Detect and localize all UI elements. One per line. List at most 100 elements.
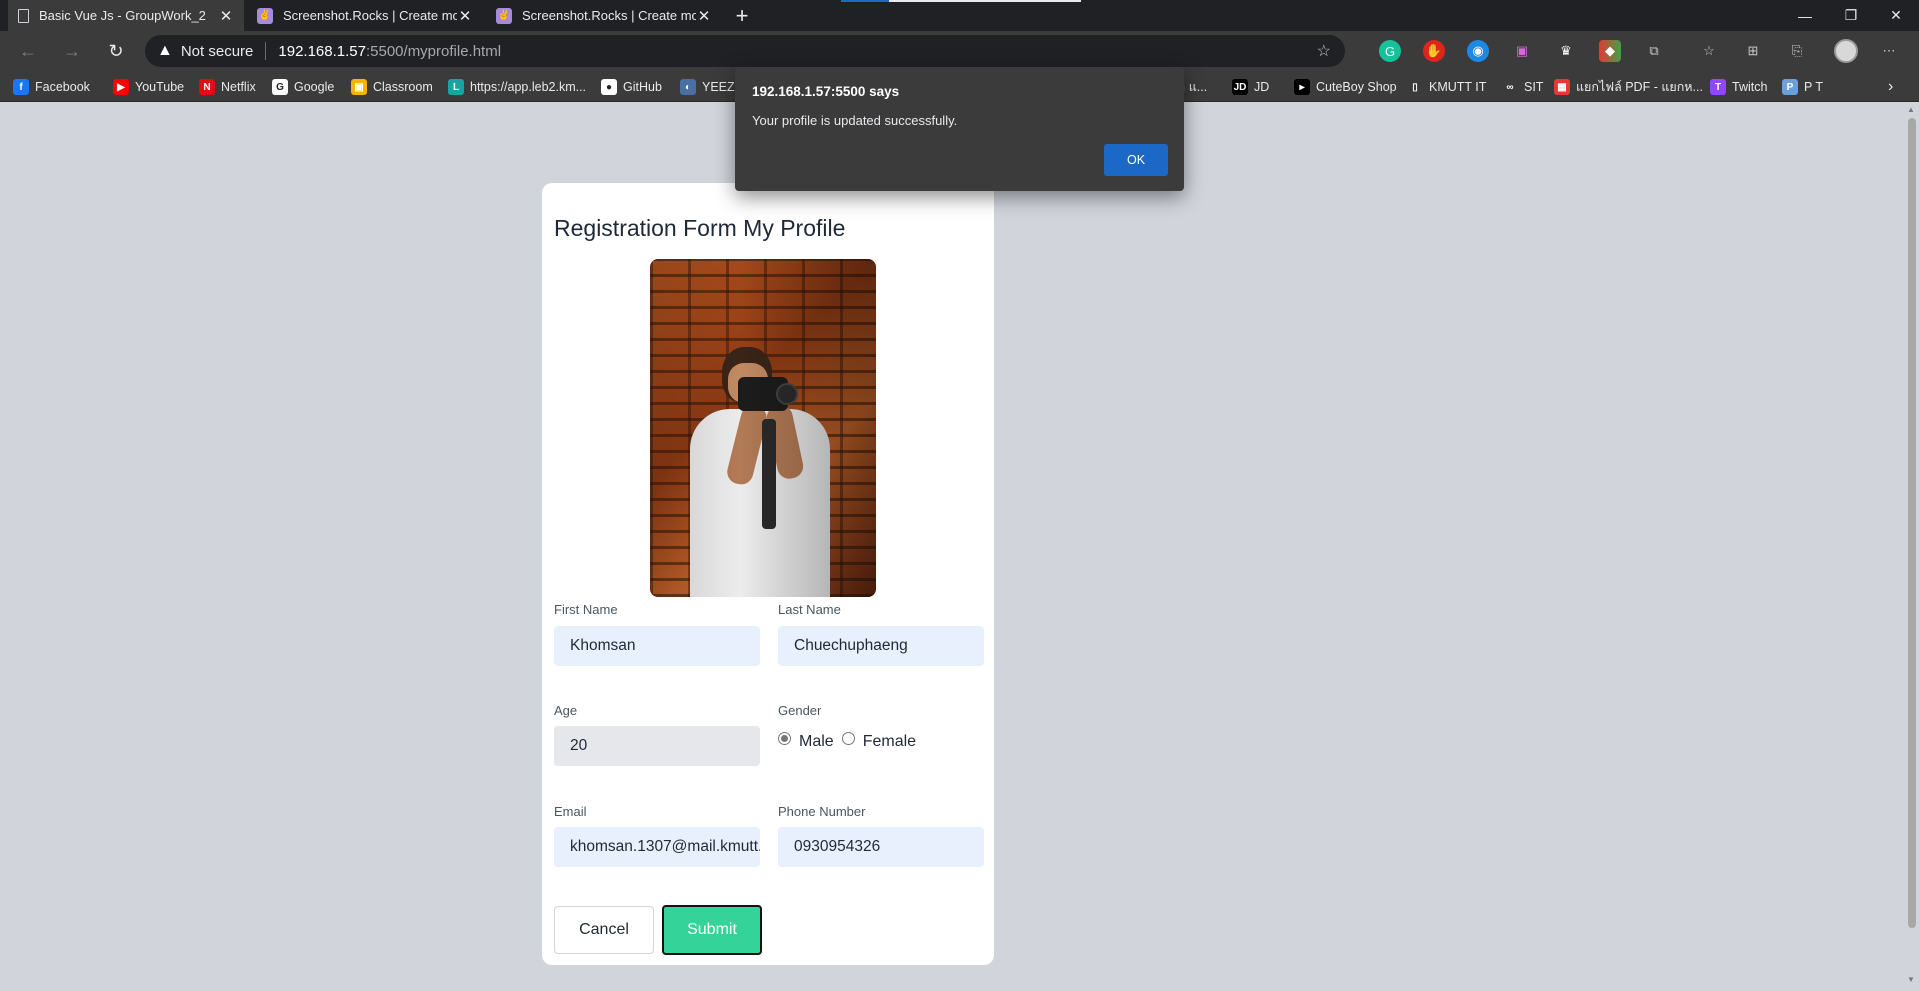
address-bar[interactable]: ▲ Not secure 192.168.1.57:5500/myprofile… <box>145 35 1345 67</box>
minimize-button[interactable]: — <box>1782 0 1828 31</box>
bookmark-item[interactable]: ● GitHub <box>601 77 662 97</box>
alert-message: Your profile is updated successfully. <box>752 113 958 128</box>
bookmark-item[interactable]: ▯ KMUTT IT <box>1407 77 1486 97</box>
scrollbar-thumb[interactable] <box>1908 118 1916 928</box>
gender-female-label: Female <box>862 733 917 750</box>
bookmark-label: JD <box>1254 80 1270 94</box>
ok-button[interactable]: OK <box>1104 144 1168 176</box>
bookmark-item[interactable]: f Facebook <box>13 77 90 97</box>
gender-label: Gender <box>778 703 822 718</box>
form-title: Registration Form My Profile <box>554 215 846 241</box>
tab-screenshot-rocks-2[interactable]: ✌ Screenshot.Rocks | Create mobile ✕ <box>486 0 722 31</box>
favorites-icon[interactable]: ☆ <box>1698 40 1720 62</box>
add-favorite-icon[interactable]: ☆ <box>1317 41 1331 61</box>
gender-male-radio[interactable] <box>778 731 791 745</box>
yeezy-icon: ◐ <box>680 79 696 95</box>
cuteboy-icon: ▸ <box>1294 79 1310 95</box>
bookmark-label: https://app.leb2.km... <box>470 80 587 94</box>
jd-icon: JD <box>1232 79 1248 95</box>
submit-button[interactable]: Submit <box>662 905 762 955</box>
alert-dialog: 192.168.1.57:5500 says Your profile is u… <box>735 67 1184 191</box>
warning-icon: ▲ <box>157 42 173 59</box>
alert-title: 192.168.1.57:5500 says <box>752 84 900 99</box>
bookmark-item[interactable]: G Google <box>272 77 334 97</box>
classroom-icon: ▣ <box>351 79 367 95</box>
cancel-button[interactable]: Cancel <box>554 906 654 954</box>
close-icon[interactable]: ✕ <box>696 7 712 25</box>
tab-title: Screenshot.Rocks | Create mobile <box>283 8 457 23</box>
screenshot-rocks-icon: ✌ <box>257 7 273 24</box>
bookmark-label: GitHub <box>623 80 662 94</box>
close-icon[interactable]: ✕ <box>457 7 473 25</box>
extension-crown-icon[interactable]: ♛ <box>1555 40 1577 62</box>
bookmark-item[interactable]: T Twitch <box>1710 77 1767 97</box>
bookmark-label: Google <box>294 80 335 94</box>
gender-radio-group: Male Female <box>778 731 917 751</box>
bookmark-label: Facebook <box>35 80 90 94</box>
extensions-icon[interactable]: ⧉ <box>1643 40 1665 62</box>
bookmark-item[interactable]: ◐ YEEZY <box>680 77 743 97</box>
age-field[interactable]: 20 <box>554 726 760 766</box>
netflix-icon: N <box>199 79 215 95</box>
tab-title: Screenshot.Rocks | Create mobile <box>522 8 696 23</box>
security-label[interactable]: Not secure <box>181 43 254 60</box>
back-button[interactable]: ← <box>13 37 43 65</box>
extension-calendar-icon[interactable]: ▣ <box>1511 40 1533 62</box>
registration-card: Registration Form My Profile First Name … <box>542 183 994 965</box>
bookmark-item[interactable]: ▦ แยกไฟล์ PDF - แยกห... <box>1554 77 1703 97</box>
bookmark-item[interactable]: ▸ CuteBoy Shop <box>1294 77 1397 97</box>
extension-eye-icon[interactable]: ◉ <box>1467 40 1489 62</box>
reload-button[interactable]: ↻ <box>101 37 131 65</box>
phone-field[interactable]: 0930954326 <box>778 827 984 867</box>
bookmark-item[interactable]: ▣ Classroom <box>351 77 433 97</box>
url-host: 192.168.1.57 <box>278 42 366 60</box>
tab-screenshot-rocks-1[interactable]: ✌ Screenshot.Rocks | Create mobile ✕ <box>247 0 483 31</box>
scroll-up-arrow[interactable]: ▲ <box>1907 105 1915 114</box>
bookmark-label: Netflix <box>221 80 256 94</box>
tab-drag-indicator <box>841 0 889 2</box>
google-icon: G <box>272 79 288 95</box>
forward-button[interactable]: → <box>57 37 87 65</box>
browser-toolbar: ← → ↻ ▲ Not secure 192.168.1.57:5500/myp… <box>0 31 1919 71</box>
page-icon <box>18 8 29 23</box>
gender-female-radio[interactable] <box>841 731 855 745</box>
bookmark-item[interactable]: PP T <box>1782 77 1823 97</box>
tab-strip: Basic Vue Js - GroupWork_2 ✕ ✌ Screensho… <box>0 0 1919 31</box>
first-name-field[interactable]: Khomsan <box>554 626 760 666</box>
bookmark-item[interactable]: Lhttps://app.leb2.km... <box>448 77 586 97</box>
bookmark-label: Twitch <box>1732 80 1768 94</box>
bookmark-item[interactable]: ∞ SIT <box>1502 77 1543 97</box>
extension-colors-icon[interactable]: ◆ <box>1599 40 1621 62</box>
restore-button[interactable]: ❐ <box>1828 0 1874 31</box>
youtube-icon: ▶ <box>113 79 129 95</box>
bookmarks-overflow-chevron-icon[interactable]: › <box>1888 77 1893 97</box>
tab-drag-indicator-light <box>889 0 1081 2</box>
close-icon[interactable]: ✕ <box>218 7 234 25</box>
address-separator <box>265 42 267 60</box>
grammarly-icon[interactable]: G <box>1379 40 1401 62</box>
scroll-down-arrow[interactable]: ▼ <box>1907 975 1915 984</box>
leb2-icon: L <box>448 79 464 95</box>
close-window-button[interactable]: ✕ <box>1873 0 1919 31</box>
email-field[interactable]: khomsan.1307@mail.kmutt.ac.th <box>554 827 760 867</box>
new-tab-button[interactable]: + <box>727 0 757 31</box>
share-icon[interactable]: ⎘ <box>1786 40 1808 62</box>
radio-selected-dot <box>781 734 788 742</box>
bookmark-item[interactable]: N Netflix <box>199 77 256 97</box>
bookmark-label: YouTube <box>135 80 185 94</box>
bookmark-item[interactable]: ▶ YouTube <box>113 77 184 97</box>
bookmark-label: Classroom <box>373 80 433 94</box>
collections-icon[interactable]: ⊞ <box>1742 40 1764 62</box>
profile-avatar[interactable] <box>1834 39 1858 63</box>
email-label: Email <box>554 804 587 819</box>
profile-photo <box>650 259 876 597</box>
last-name-field[interactable]: Chuechuphaeng <box>778 626 984 666</box>
last-name-label: Last Name <box>778 602 841 617</box>
more-options-icon[interactable]: ⋯ <box>1878 40 1900 62</box>
gender-male-label: Male <box>799 733 834 750</box>
adblock-icon[interactable]: ✋ <box>1423 40 1445 62</box>
phone-label: Phone Number <box>778 804 866 819</box>
bookmark-item[interactable]: JD JD <box>1232 77 1269 97</box>
tab-basic-vue[interactable]: Basic Vue Js - GroupWork_2 ✕ <box>8 0 244 31</box>
bookmark-label: แยกไฟล์ PDF - แยกห... <box>1576 80 1703 94</box>
